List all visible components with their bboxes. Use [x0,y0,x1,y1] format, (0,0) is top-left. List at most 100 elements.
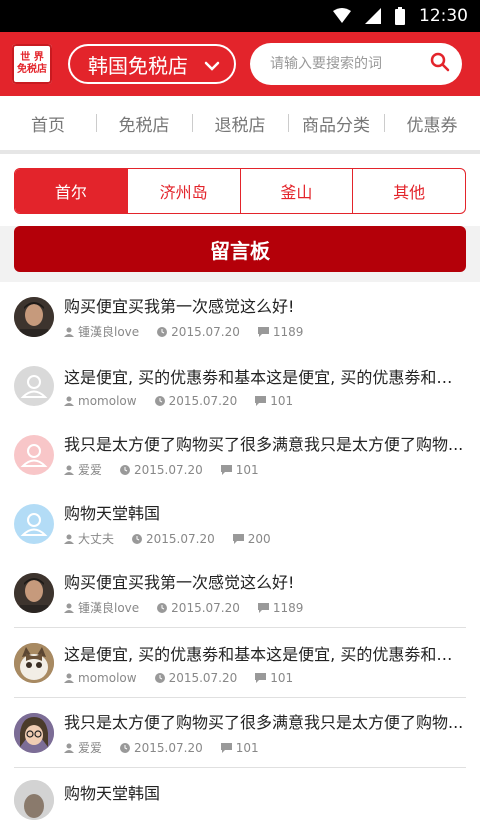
post-title[interactable]: 这是便宜, 买的优惠劵和基本这是便宜, 买的优惠劵和基本 [64,641,466,665]
comment-icon [257,602,269,613]
post-meta: 锺漢良love 2015.07.20 1189 [64,323,466,340]
comment-icon [255,672,267,683]
comment-icon [255,395,267,406]
avatar [14,712,54,753]
city-tabs-section: 首尔 济州岛 釜山 其他 [0,154,480,236]
chevron-down-icon [204,52,220,76]
status-time: 12:30 [419,6,468,26]
post-comments: 200 [232,532,271,546]
post-row[interactable]: 我只是太方便了购物买了很多满意我只是太方便了购物... 爱爱 2015.07.2… [14,698,466,768]
logo-text-top: 世 界 [20,52,44,63]
nav-item-home[interactable]: 首页 [0,111,96,136]
post-author: 锺漢良love [64,323,139,340]
avatar [14,296,54,337]
app-header: 世 界 免税店 韩国免税店 [0,32,480,96]
tab-other[interactable]: 其他 [352,169,465,213]
clock-icon [120,742,131,753]
wifi-icon [333,8,351,24]
post-content: 购物天堂韩国 [64,780,466,804]
nav-item-tax-refund[interactable]: 退税店 [192,111,288,136]
clock-icon [157,326,168,337]
clock-icon [157,602,168,613]
logo-text-bottom: 免税店 [17,64,47,75]
post-comments: 101 [255,394,293,408]
post-row[interactable]: 购物天堂韩国 [14,768,466,837]
nav-item-duty-free[interactable]: 免税店 [96,111,192,136]
tab-seoul[interactable]: 首尔 [15,169,127,213]
avatar [14,572,54,613]
tab-busan[interactable]: 釜山 [239,169,353,213]
post-author: momolow [64,394,137,408]
main-nav: 首页 免税店 退税店 商品分类 优惠券 [0,96,480,154]
post-content: 购物天堂韩国 大丈夫 2015.07.20 200 [64,500,466,547]
post-title[interactable]: 这是便宜, 买的优惠劵和基本这是便宜, 买的优惠劵和基本 [64,364,466,388]
post-meta: momolow 2015.07.20 101 [64,394,466,408]
clock-icon [120,464,131,475]
nav-item-categories[interactable]: 商品分类 [288,111,384,136]
user-icon [64,465,74,475]
store-dropdown[interactable]: 韩国免税店 [68,44,236,84]
post-meta: 锺漢良love 2015.07.20 1189 [64,599,466,616]
avatar [14,780,54,820]
post-date: 2015.07.20 [157,325,240,339]
post-title[interactable]: 我只是太方便了购物买了很多满意我只是太方便了购物... [64,709,466,733]
post-row[interactable]: 购买便宜买我第一次感觉这么好! 锺漢良love 2015.07.20 1189 [14,558,466,628]
post-row[interactable]: 我只是太方便了购物买了很多满意我只是太方便了购物... 爱爱 2015.07.2… [14,420,466,489]
signal-icon [365,8,381,24]
post-meta: 爱爱 2015.07.20 101 [64,739,466,756]
post-content: 这是便宜, 买的优惠劵和基本这是便宜, 买的优惠劵和基本 momolow 201… [64,641,466,685]
post-title[interactable]: 我只是太方便了购物买了很多满意我只是太方便了购物... [64,431,466,455]
post-content: 我只是太方便了购物买了很多满意我只是太方便了购物... 爱爱 2015.07.2… [64,431,466,478]
post-author: 锺漢良love [64,599,139,616]
battery-icon [395,7,405,25]
search-input[interactable] [268,55,422,73]
post-date: 2015.07.20 [154,394,237,408]
search-icon[interactable] [430,52,450,76]
post-comments: 101 [255,671,293,685]
post-comments: 101 [220,741,259,755]
post-meta: 大丈夫 2015.07.20 200 [64,530,466,547]
message-board-button[interactable]: 留言板 [14,226,466,272]
message-board-section: 留言板 [0,226,480,282]
post-author: 爱爱 [64,739,102,756]
post-date: 2015.07.20 [120,741,203,755]
default-avatar-icon [14,503,54,544]
post-title[interactable]: 购物天堂韩国 [64,500,466,524]
search-box[interactable] [250,43,462,85]
app-logo[interactable]: 世 界 免税店 [12,44,52,84]
post-author: 大丈夫 [64,530,114,547]
comment-icon [220,464,232,475]
avatar [14,642,54,683]
clock-icon [154,672,165,683]
user-icon [64,327,74,337]
comment-icon [232,533,244,544]
post-title[interactable]: 购买便宜买我第一次感觉这么好! [64,293,466,317]
status-bar: 12:30 [0,0,480,32]
post-row[interactable]: 这是便宜, 买的优惠劵和基本这是便宜, 买的优惠劵和基本 momolow 201… [14,351,466,420]
post-title[interactable]: 购物天堂韩国 [64,780,466,804]
city-tabs: 首尔 济州岛 釜山 其他 [14,168,466,214]
user-icon [64,743,74,753]
post-row[interactable]: 这是便宜, 买的优惠劵和基本这是便宜, 买的优惠劵和基本 momolow 201… [14,628,466,698]
clock-icon [132,533,143,544]
post-row[interactable]: 购物天堂韩国 大丈夫 2015.07.20 200 [14,489,466,558]
tab-jeju[interactable]: 济州岛 [126,169,240,213]
post-row[interactable]: 购买便宜买我第一次感觉这么好! 锺漢良love 2015.07.20 1189 [14,282,466,351]
post-content: 我只是太方便了购物买了很多满意我只是太方便了购物... 爱爱 2015.07.2… [64,709,466,756]
post-content: 购买便宜买我第一次感觉这么好! 锺漢良love 2015.07.20 1189 [64,569,466,616]
default-avatar-icon [14,365,54,406]
post-comments: 1189 [257,325,303,339]
post-author: momolow [64,671,137,685]
nav-item-coupons[interactable]: 优惠券 [384,111,480,136]
post-list: 购买便宜买我第一次感觉这么好! 锺漢良love 2015.07.20 1189 … [0,282,480,837]
user-icon [64,673,74,683]
post-date: 2015.07.20 [157,601,240,615]
post-content: 购买便宜买我第一次感觉这么好! 锺漢良love 2015.07.20 1189 [64,293,466,340]
post-date: 2015.07.20 [132,532,215,546]
comment-icon [220,742,232,753]
post-title[interactable]: 购买便宜买我第一次感觉这么好! [64,569,466,593]
post-content: 这是便宜, 买的优惠劵和基本这是便宜, 买的优惠劵和基本 momolow 201… [64,364,466,408]
comment-icon [257,326,269,337]
post-meta: momolow 2015.07.20 101 [64,671,466,685]
user-icon [64,396,74,406]
